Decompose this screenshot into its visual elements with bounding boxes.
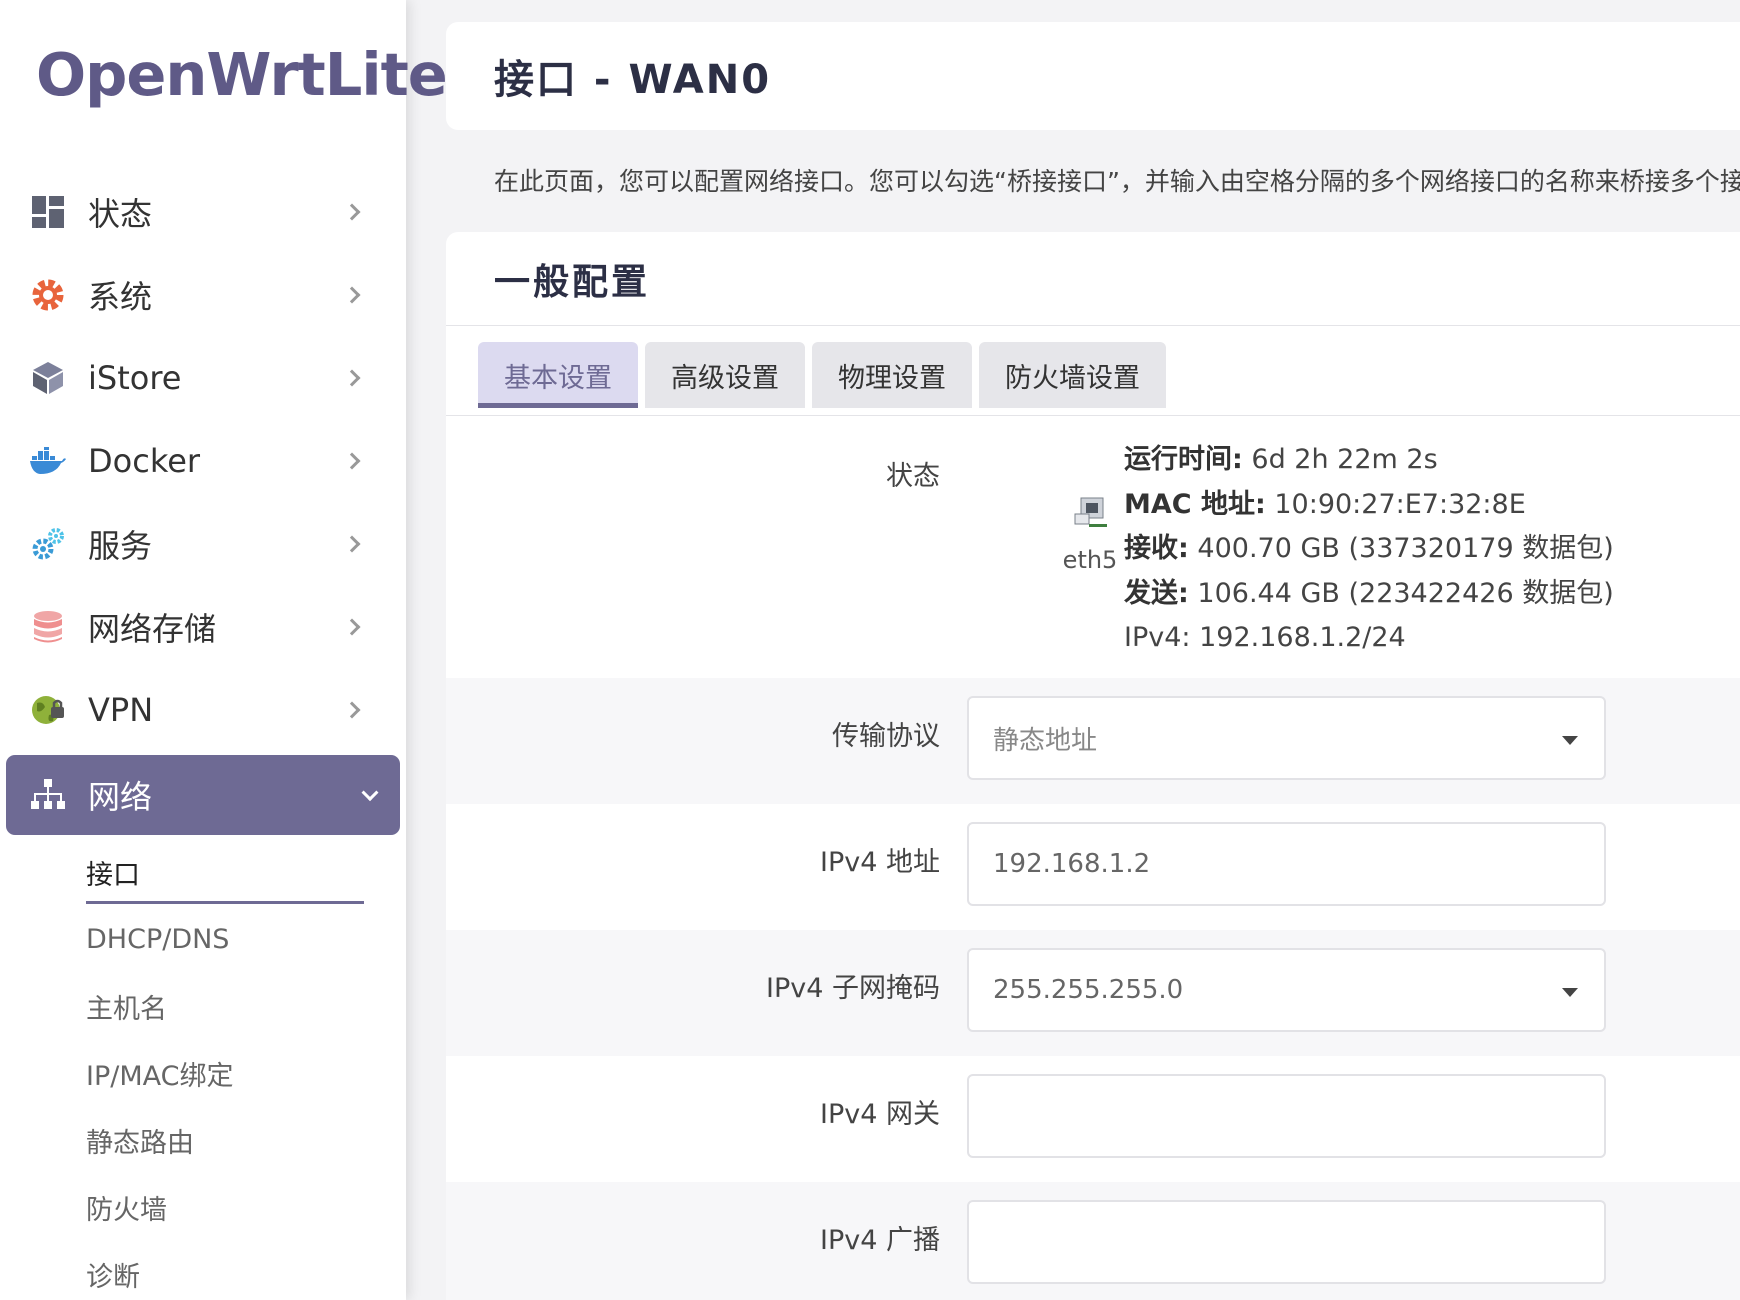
subnav-item-static-routes[interactable]: 静态路由 — [0, 1107, 406, 1174]
sidebar-item-istore[interactable]: iStore — [0, 336, 406, 419]
sidebar: OpenWrtLite 状态 系统 iStore Docker 服务 网络存储 … — [0, 0, 448, 1300]
chevron-right-icon — [343, 369, 361, 386]
sidebar-item-network-storage[interactable]: 网络存储 — [0, 585, 406, 668]
ipv4-gateway-input[interactable] — [967, 1074, 1606, 1158]
chevron-right-icon — [343, 286, 361, 303]
form-row-protocol: 传输协议 静态地址 — [446, 678, 1740, 804]
ethernet-port-icon — [1074, 497, 1107, 527]
sidebar-item-status[interactable]: 状态 — [0, 170, 406, 253]
form-row-ipv4-netmask: IPv4 子网掩码 255.255.255.0 — [446, 930, 1740, 1056]
form-row-ipv4-address: IPv4 地址 192.168.1.2 — [446, 804, 1740, 930]
status-rx: 接收: 400.70 GB (337320179 数据包) — [1124, 533, 1614, 564]
sidebar-item-label: 网络存储 — [88, 609, 217, 648]
page-title: 接口 - WAN0 — [494, 57, 772, 103]
caret-down-icon — [1562, 988, 1578, 997]
tab-physical-settings[interactable]: 物理设置 — [812, 342, 972, 408]
chevron-right-icon — [343, 535, 361, 552]
app-root: OpenWrtLite 状态 系统 iStore Docker 服务 网络存储 … — [0, 0, 1740, 1300]
form-row-ipv4-gateway: IPv4 网关 — [446, 1056, 1740, 1182]
section-header: 一般配置 — [446, 232, 1740, 326]
sidebar-item-system[interactable]: 系统 — [0, 253, 406, 336]
subnav-item-firewall[interactable]: 防火墙 — [0, 1174, 406, 1241]
sidebar-item-label: iStore — [88, 358, 182, 397]
subnav-item-interfaces[interactable]: 接口 — [0, 839, 406, 906]
gear-icon — [30, 277, 66, 313]
status-row: 状态 eth5 运行时间: 6d 2h 22m 2s MAC 地址: 10:90… — [446, 416, 1740, 678]
interface-name: eth5 — [1062, 546, 1118, 574]
gears-icon — [30, 526, 66, 562]
main-content: 接口 - WAN0 在此页面，您可以配置网络接口。您可以勾选“桥接接口”，并输入… — [446, 22, 1740, 1300]
config-tabs: 基本设置 高级设置 物理设置 防火墙设置 — [446, 326, 1740, 416]
globe-lock-icon — [30, 692, 66, 728]
status-ipv4: IPv4: 192.168.1.2/24 — [1124, 622, 1406, 653]
sidebar-item-label: 状态 — [88, 194, 153, 233]
protocol-select[interactable]: 静态地址 — [967, 696, 1606, 780]
subnav-item-diagnostics[interactable]: 诊断 — [0, 1241, 406, 1300]
ipv4-address-value: 192.168.1.2 — [993, 849, 1151, 879]
cube-icon — [30, 360, 66, 396]
status-uptime: 运行时间: 6d 2h 22m 2s — [1124, 444, 1438, 475]
chevron-down-icon — [361, 784, 379, 802]
ipv4-netmask-label: IPv4 子网掩码 — [766, 973, 940, 1004]
page-description: 在此页面，您可以配置网络接口。您可以勾选“桥接接口”，并输入由空格分隔的多个网络… — [494, 167, 1740, 196]
network-tree-icon — [30, 777, 66, 813]
sidebar-item-label: 服务 — [88, 526, 153, 565]
chevron-right-icon — [343, 618, 361, 635]
tab-advanced-settings[interactable]: 高级设置 — [645, 342, 805, 408]
sidebar-item-label: Docker — [88, 441, 201, 480]
status-tx: 发送: 106.44 GB (223422426 数据包) — [1124, 577, 1614, 609]
sidebar-nav: 状态 系统 iStore Docker 服务 网络存储 VPN 网络 接口 DH… — [0, 170, 406, 1300]
ipv4-broadcast-input[interactable] — [967, 1200, 1606, 1284]
sidebar-item-label: 系统 — [88, 277, 153, 316]
brand-logo: OpenWrtLite — [36, 40, 448, 109]
tab-firewall-settings[interactable]: 防火墙设置 — [979, 342, 1166, 408]
page-title-card: 接口 - WAN0 — [446, 22, 1740, 130]
section-title: 一般配置 — [494, 261, 651, 303]
ipv4-gateway-label: IPv4 网关 — [820, 1099, 940, 1130]
subnav-item-dhcp-dns[interactable]: DHCP/DNS — [0, 906, 406, 973]
protocol-value: 静态地址 — [993, 725, 1098, 756]
status-details: 运行时间: 6d 2h 22m 2s MAC 地址: 10:90:27:E7:3… — [1124, 438, 1614, 661]
sidebar-item-vpn[interactable]: VPN — [0, 668, 406, 751]
subnav-item-ip-mac-binding[interactable]: IP/MAC绑定 — [0, 1040, 406, 1107]
sidebar-item-network[interactable]: 网络 — [6, 755, 400, 835]
status-label: 状态 — [886, 461, 940, 492]
sidebar-item-services[interactable]: 服务 — [0, 502, 406, 585]
docker-whale-icon — [30, 443, 66, 479]
status-mac: MAC 地址: 10:90:27:E7:32:8E — [1124, 488, 1526, 520]
general-config-card: 一般配置 基本设置 高级设置 物理设置 防火墙设置 状态 eth5 运行时间: … — [446, 232, 1740, 1300]
interface-badge: eth5 — [1060, 496, 1120, 574]
chevron-right-icon — [343, 203, 361, 220]
ipv4-broadcast-label: IPv4 广播 — [820, 1225, 940, 1256]
chevron-right-icon — [343, 452, 361, 469]
caret-down-icon — [1562, 736, 1578, 745]
ipv4-netmask-select[interactable]: 255.255.255.0 — [967, 948, 1606, 1032]
protocol-label: 传输协议 — [832, 721, 940, 752]
ipv4-netmask-value: 255.255.255.0 — [993, 975, 1184, 1005]
ipv4-address-input[interactable]: 192.168.1.2 — [967, 822, 1606, 906]
database-icon — [30, 609, 66, 645]
form-row-ipv4-broadcast: IPv4 广播 — [446, 1182, 1740, 1300]
dashboard-icon — [30, 194, 66, 230]
ipv4-address-label: IPv4 地址 — [820, 847, 940, 878]
sidebar-item-label: VPN — [88, 690, 154, 729]
chevron-right-icon — [343, 701, 361, 718]
sidebar-item-docker[interactable]: Docker — [0, 419, 406, 502]
tab-basic-settings[interactable]: 基本设置 — [478, 342, 638, 408]
sidebar-item-label: 网络 — [88, 778, 153, 816]
subnav-item-hostnames[interactable]: 主机名 — [0, 973, 406, 1040]
network-subnav: 接口 DHCP/DNS 主机名 IP/MAC绑定 静态路由 防火墙 诊断 — [0, 839, 406, 1300]
